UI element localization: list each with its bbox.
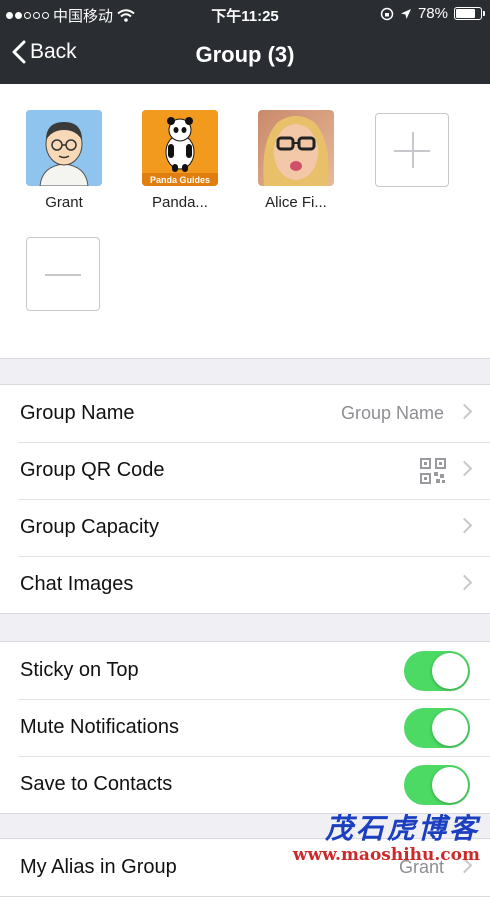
rotation-lock-icon <box>380 7 394 20</box>
remove-member-button[interactable] <box>26 237 100 311</box>
sticky-on-top-row: Sticky on Top <box>0 642 490 699</box>
panda-logo-text: Panda Guides <box>149 175 211 185</box>
member-alice[interactable]: Alice Fi... <box>256 110 336 211</box>
watermark-title: 茂石虎博客 <box>324 812 480 845</box>
location-arrow-icon <box>400 8 411 19</box>
chevron-right-icon <box>456 403 473 420</box>
mute-notifications-toggle[interactable] <box>404 708 470 748</box>
avatar <box>26 110 102 186</box>
mute-notifications-row: Mute Notifications <box>0 699 490 756</box>
chevron-right-icon <box>456 574 473 591</box>
member-panda[interactable]: Panda Guides Panda... <box>140 110 220 211</box>
member-name: Panda... <box>152 194 208 211</box>
row-value: Group Name <box>340 403 444 423</box>
chevron-right-icon <box>456 460 473 477</box>
watermark: 茂石虎博客 www.maoshihu.com <box>293 807 480 865</box>
save-to-contacts-toggle[interactable] <box>404 765 470 805</box>
row-title: Group Name <box>20 402 135 424</box>
row-title: Group Capacity <box>20 516 159 538</box>
woman-photo-avatar <box>258 110 334 186</box>
row-title: Save to Contacts <box>20 773 173 795</box>
battery-icon <box>454 7 485 20</box>
settings-group-toggles: Sticky on Top Mute Notifications Save to… <box>0 641 490 814</box>
chevron-right-icon <box>456 517 473 534</box>
group-capacity-row[interactable]: Group Capacity <box>0 499 490 556</box>
save-to-contacts-row: Save to Contacts <box>0 756 490 813</box>
avatar: Panda Guides <box>142 110 218 186</box>
chat-images-row[interactable]: Chat Images <box>0 556 490 613</box>
add-member-button[interactable] <box>375 113 449 187</box>
row-title: Mute Notifications <box>20 716 179 738</box>
battery-percent: 78% <box>417 5 448 22</box>
group-qr-code-row[interactable]: Group QR Code <box>0 442 490 499</box>
watermark-url: www.maoshihu.com <box>292 845 480 865</box>
member-grid: Grant Panda Guides Panda... Alice Fi... <box>0 84 490 359</box>
navigation-bar: Back Group (3) <box>0 28 490 84</box>
cartoon-man-avatar <box>26 110 102 186</box>
status-bar: 中国移动 下午11:25 78% <box>0 0 490 28</box>
sticky-on-top-toggle[interactable] <box>404 651 470 691</box>
group-name-row[interactable]: Group Name Group Name <box>0 385 490 442</box>
row-title: Chat Images <box>20 573 134 595</box>
row-title: Sticky on Top <box>20 659 139 681</box>
status-right: 78% <box>380 5 485 22</box>
settings-group-info: Group Name Group Name Group QR Code Grou… <box>0 384 490 614</box>
qr-code-icon <box>420 458 446 484</box>
row-title: My Alias in Group <box>20 856 177 878</box>
row-title: Group QR Code <box>20 459 165 481</box>
page-title: Group (3) <box>195 42 295 67</box>
member-name: Alice Fi... <box>265 194 327 211</box>
member-name: Grant <box>45 194 83 211</box>
member-grant[interactable]: Grant <box>24 110 104 211</box>
avatar <box>258 110 334 186</box>
